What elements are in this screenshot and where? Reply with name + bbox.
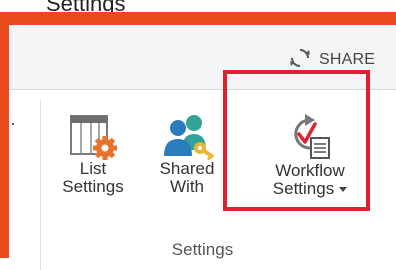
- workflow-settings-label-text: Settings: [272, 179, 335, 198]
- workflow-settings-button[interactable]: Workflow Settings: [237, 112, 383, 198]
- workflow-settings-icon: [287, 112, 333, 162]
- shared-with-label-line1: Shared: [159, 159, 215, 178]
- share-button[interactable]: SHARE: [289, 47, 375, 73]
- workflow-settings-label-line1: Workflow: [275, 161, 345, 180]
- share-sync-icon: [289, 47, 311, 74]
- divider-dot: [12, 123, 14, 125]
- list-settings-button[interactable]: List Settings: [49, 112, 137, 196]
- chevron-down-icon[interactable]: [339, 187, 348, 193]
- shared-with-label-line2: With: [170, 177, 204, 196]
- shared-with-button[interactable]: Shared With: [145, 112, 229, 196]
- list-settings-gear-icon: [69, 112, 117, 160]
- list-settings-label-line1: List: [79, 159, 107, 178]
- workflow-settings-label-line2: Settings: [237, 180, 383, 198]
- shared-with-users-key-icon: [160, 112, 215, 161]
- list-settings-label-line2: Settings: [62, 177, 124, 196]
- top-bar: SHARE: [9, 25, 396, 90]
- ribbon-group-label: Settings: [171, 240, 234, 259]
- highlight-frame: SHARE List Settings Shared With Workflow…: [0, 12, 396, 270]
- share-label: SHARE: [319, 51, 376, 68]
- ribbon-group-settings: List Settings Shared With Workflow Setti…: [9, 90, 396, 270]
- sharepoint-ribbon-area: SHARE List Settings Shared With Workflow…: [9, 25, 396, 270]
